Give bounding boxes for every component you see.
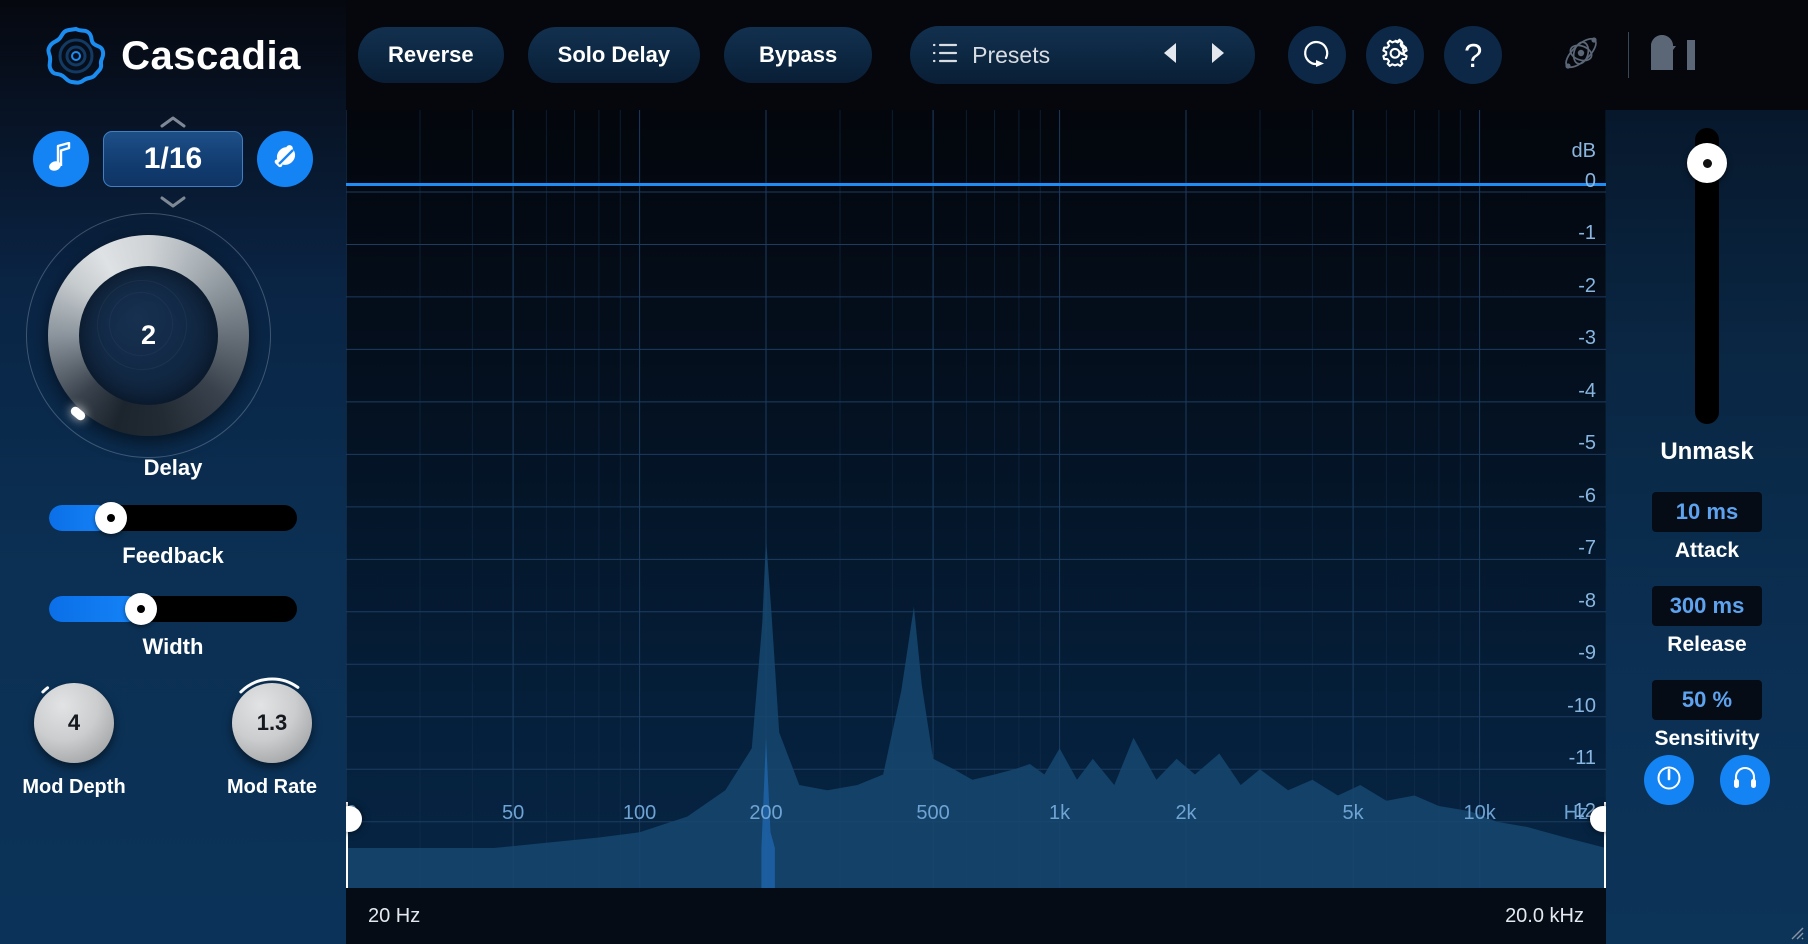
native-instruments-logo — [1649, 32, 1705, 79]
list-icon — [932, 42, 958, 69]
unmask-listen-button[interactable] — [1720, 755, 1770, 805]
release-value-text: 300 ms — [1669, 593, 1745, 618]
modulation-knob-row: 4 Mod Depth 1.3 Mod Rate — [0, 677, 346, 799]
resize-grip[interactable] — [1788, 924, 1804, 940]
attack-group: 10 ms Attack — [1606, 492, 1808, 563]
delay-knob[interactable]: 2 — [26, 213, 271, 458]
triangle-right-icon[interactable] — [1201, 41, 1235, 70]
cascadia-flower-icon — [45, 25, 107, 87]
feedback-label: Feedback — [122, 543, 224, 568]
delay-rate-text: 1/16 — [143, 142, 203, 175]
mod-depth-knob[interactable]: 4 — [34, 683, 114, 763]
app-title: Cascadia — [121, 33, 301, 78]
circular-arrow-icon — [1301, 37, 1333, 74]
unmask-amount-thumb[interactable] — [1687, 143, 1727, 184]
status-bar: 20 Hz 20.0 kHz — [346, 888, 1606, 944]
sensitivity-value[interactable]: 50 % — [1652, 680, 1762, 720]
headphones-icon — [1732, 765, 1758, 796]
unmask-amount-group — [1606, 116, 1808, 424]
release-label: Release — [1667, 633, 1747, 656]
mod-rate-label: Mod Rate — [227, 776, 317, 798]
release-value[interactable]: 300 ms — [1652, 586, 1762, 626]
delay-knob-label: Delay — [143, 455, 203, 480]
sensitivity-value-text: 50 % — [1681, 687, 1733, 712]
ni-atom-icon — [1554, 26, 1608, 85]
rate-decrease-chevron[interactable] — [0, 192, 346, 214]
left-control-panel: Cascadia 1/16 2 Delay Feedback Width 4 M… — [0, 0, 346, 944]
vendor-branding — [1554, 26, 1705, 85]
unmask-actions — [1606, 755, 1808, 805]
sensitivity-group: 50 % Sensitivity — [1606, 680, 1808, 751]
feedback-slider[interactable] — [49, 502, 297, 534]
mod-depth-label: Mod Depth — [22, 776, 126, 798]
low-frequency-readout: 20 Hz — [368, 904, 421, 927]
settings-button[interactable] — [1366, 26, 1425, 84]
width-slider[interactable] — [49, 593, 297, 625]
mod-rate-value: 1.3 — [256, 710, 288, 735]
high-frequency-readout: 20.0 kHz — [1505, 904, 1584, 927]
mod-rate-control: 1.3 Mod Rate — [218, 677, 326, 799]
sensitivity-label: Sensitivity — [1654, 727, 1760, 750]
threshold-line[interactable] — [346, 183, 1606, 186]
solo-delay-button[interactable]: Solo Delay — [527, 27, 701, 83]
spectrum-analyzer[interactable]: dB0-1-2-3-4-5-6-7-8-9-10-11-12 205010020… — [346, 110, 1606, 888]
attack-value-text: 10 ms — [1675, 499, 1739, 524]
release-group: 300 ms Release — [1606, 586, 1808, 657]
mod-depth-control: 4 Mod Depth — [20, 683, 128, 799]
delay-knob-face: 2 — [79, 266, 218, 405]
attack-label: Attack — [1674, 539, 1740, 562]
note-sync-button[interactable] — [33, 131, 89, 187]
unmask-title: Unmask — [1660, 438, 1754, 465]
ping-pong-paddle-icon — [270, 142, 300, 177]
delay-rate-row: 1/16 — [0, 130, 346, 188]
toolbar: Reverse Solo Delay Bypass Presets ? — [346, 0, 1808, 110]
eighth-note-icon — [48, 141, 74, 177]
reset-button[interactable] — [1288, 26, 1347, 84]
reverse-button[interactable]: Reverse — [358, 27, 504, 83]
power-icon — [1656, 765, 1682, 796]
plugin-window: Cascadia 1/16 2 Delay Feedback Width 4 M… — [0, 0, 1808, 944]
mod-rate-knob[interactable]: 1.3 — [232, 683, 312, 763]
reverse-button-label: Reverse — [388, 42, 474, 67]
attack-value[interactable]: 10 ms — [1652, 492, 1762, 532]
app-branding: Cascadia — [0, 18, 346, 94]
unmask-panel: Unmask 10 ms Attack 300 ms Release 50 % … — [1606, 110, 1808, 944]
brand-divider — [1628, 32, 1630, 78]
triangle-left-icon[interactable] — [1153, 41, 1187, 70]
gear-icon — [1379, 37, 1411, 74]
delay-knob-value: 2 — [140, 320, 157, 350]
width-label: Width — [142, 634, 204, 659]
width-slider-group: Width — [0, 593, 346, 660]
spectrum-curve — [346, 538, 1606, 888]
mod-depth-value: 4 — [67, 710, 81, 735]
ping-pong-button[interactable] — [257, 131, 313, 187]
presets-label: Presets — [972, 41, 1051, 68]
delay-rate-value[interactable]: 1/16 — [103, 131, 243, 187]
feedback-slider-group: Feedback — [0, 502, 346, 569]
bypass-button[interactable]: Bypass — [724, 27, 873, 83]
bypass-button-label: Bypass — [758, 42, 838, 67]
presets-selector[interactable]: Presets — [910, 26, 1256, 84]
feedback-slider-thumb[interactable] — [95, 502, 127, 534]
help-button[interactable]: ? — [1444, 26, 1503, 84]
solo-delay-button-label: Solo Delay — [557, 42, 671, 67]
question-mark-icon: ? — [1463, 36, 1483, 74]
unmask-power-button[interactable] — [1644, 755, 1694, 805]
width-slider-thumb[interactable] — [124, 593, 157, 625]
